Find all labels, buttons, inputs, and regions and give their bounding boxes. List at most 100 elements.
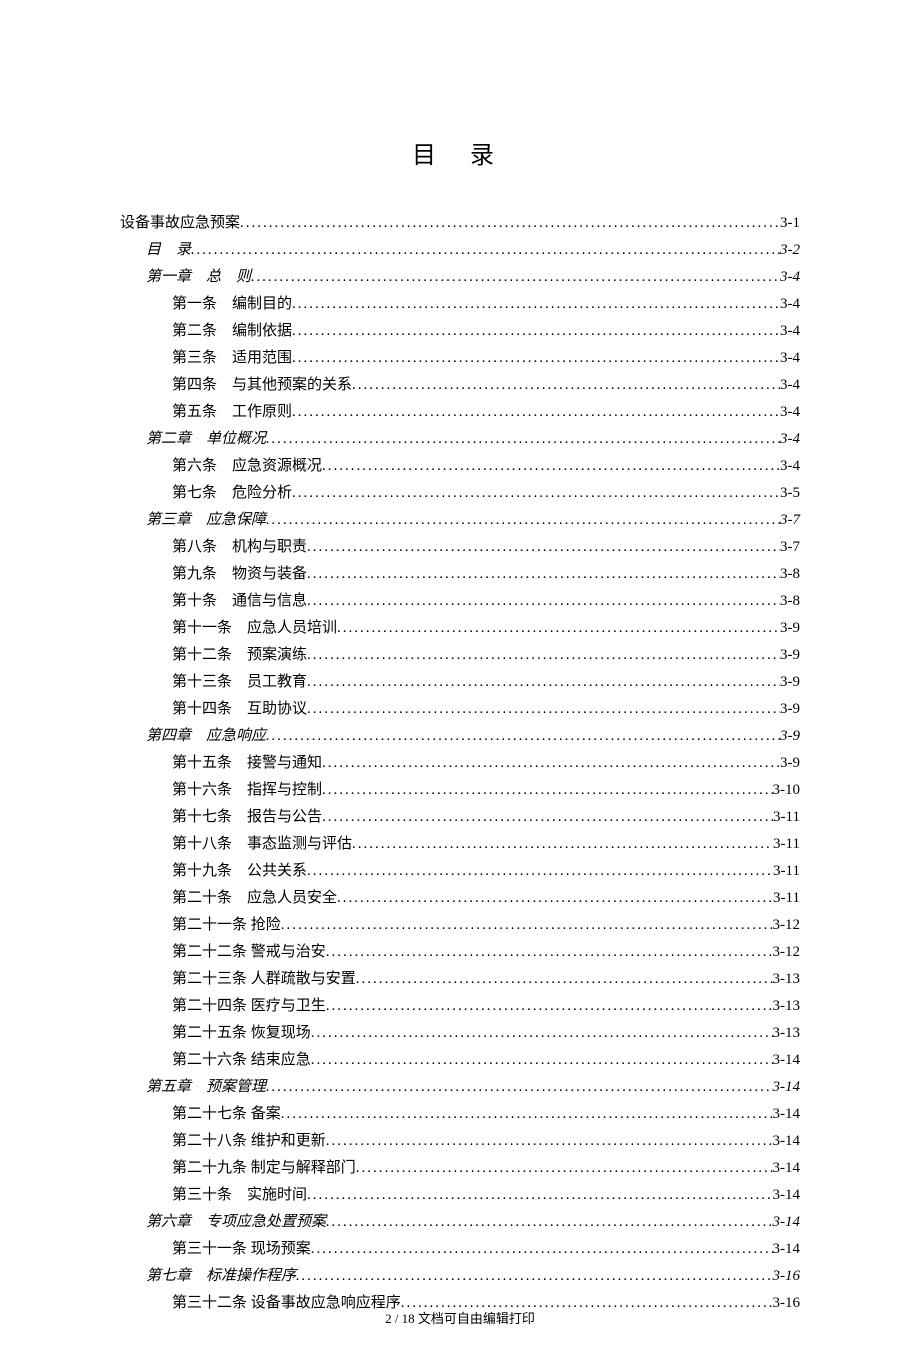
toc-label: 第二十五条 恢复现场	[172, 1020, 311, 1047]
toc-row: 第十二条 预案演练 3-9	[120, 642, 800, 669]
toc-page: 3-4	[780, 345, 800, 372]
toc-row: 第六条 应急资源概况3-4	[120, 453, 800, 480]
toc-row: 第九条 物资与装备 3-8	[120, 561, 800, 588]
toc-page: 3-13	[773, 1020, 801, 1047]
toc-label: 第十六条 指挥与控制	[172, 777, 322, 804]
toc-label: 第九条 物资与装备	[172, 561, 307, 588]
toc-row: 设备事故应急预案3-1	[120, 210, 800, 237]
toc-row: 第二章 单位概况3-4	[120, 426, 800, 453]
document-page: 目 录 设备事故应急预案3-1目 录3-2第一章 总 则3-4第一条 编制目的3…	[0, 0, 920, 1357]
toc-page: 3-11	[773, 885, 800, 912]
toc-leader-dots	[352, 372, 780, 399]
toc-row: 第二十七条 备案3-14	[120, 1101, 800, 1128]
toc-label: 第一章 总 则	[146, 264, 251, 291]
toc-row: 第二十八条 维护和更新3-14	[120, 1128, 800, 1155]
toc-row: 第二十条 应急人员安全 3-11	[120, 885, 800, 912]
toc-label: 第二十三条 人群疏散与安置	[172, 966, 356, 993]
toc-label: 第七章 标准操作程序	[146, 1263, 296, 1290]
toc-row: 第十九条 公共关系3-11	[120, 858, 800, 885]
toc-list: 设备事故应急预案3-1目 录3-2第一章 总 则3-4第一条 编制目的3-4第二…	[120, 210, 800, 1317]
toc-label: 第十二条 预案演练	[172, 642, 307, 669]
toc-label: 第三章 应急保障	[146, 507, 266, 534]
toc-page: 3-9	[780, 696, 800, 723]
toc-page: 3-7	[780, 534, 800, 561]
toc-leader-dots	[322, 453, 780, 480]
toc-leader-dots	[307, 642, 780, 669]
toc-row: 第三十条 实施时间3-14	[120, 1182, 800, 1209]
toc-label: 第七条 危险分析	[172, 480, 292, 507]
toc-page: 3-4	[780, 372, 800, 399]
toc-row: 第七章 标准操作程序 3-16	[120, 1263, 800, 1290]
toc-page: 3-16	[773, 1263, 801, 1290]
toc-page: 3-9	[780, 669, 800, 696]
toc-page: 3-9	[780, 642, 800, 669]
toc-page: 3-4	[780, 264, 800, 291]
toc-leader-dots	[307, 588, 780, 615]
toc-label: 第二十一条 抢险	[172, 912, 281, 939]
toc-page: 3-4	[780, 399, 800, 426]
toc-leader-dots	[307, 858, 773, 885]
toc-page: 3-14	[773, 1236, 801, 1263]
toc-page: 3-9	[780, 750, 800, 777]
toc-page: 3-8	[780, 561, 800, 588]
toc-label: 第二十条 应急人员安全	[172, 885, 337, 912]
toc-leader-dots	[292, 480, 780, 507]
toc-page: 3-4	[780, 453, 800, 480]
toc-page: 3-12	[773, 939, 801, 966]
toc-row: 第二十四条 医疗与卫生3-13	[120, 993, 800, 1020]
toc-row: 第十四条 互助协议 3-9	[120, 696, 800, 723]
toc-label: 第八条 机构与职责	[172, 534, 307, 561]
toc-label: 第五条 工作原则	[172, 399, 292, 426]
toc-label: 第二十二条 警戒与治安	[172, 939, 326, 966]
toc-leader-dots	[281, 1101, 773, 1128]
toc-leader-dots	[296, 1263, 772, 1290]
toc-leader-dots	[326, 939, 773, 966]
toc-page: 3-4	[780, 426, 800, 453]
toc-page: 3-14	[773, 1101, 801, 1128]
toc-row: 第十三条 员工教育3-9	[120, 669, 800, 696]
toc-label: 第三十一条 现场预案	[172, 1236, 311, 1263]
toc-row: 第八条 机构与职责 3-7	[120, 534, 800, 561]
toc-label: 第十七条 报告与公告	[172, 804, 322, 831]
toc-leader-dots	[326, 1209, 772, 1236]
toc-page: 3-1	[780, 210, 800, 237]
toc-label: 第十四条 互助协议	[172, 696, 307, 723]
toc-page: 3-7	[780, 507, 800, 534]
toc-row: 第十条 通信与信息 3-8	[120, 588, 800, 615]
toc-page: 3-2	[780, 237, 800, 264]
toc-label: 第六章 专项应急处置预案	[146, 1209, 326, 1236]
toc-row: 第十八条 事态监测与评估3-11	[120, 831, 800, 858]
toc-page: 3-14	[773, 1047, 801, 1074]
toc-leader-dots	[311, 1020, 773, 1047]
toc-label: 第二十四条 医疗与卫生	[172, 993, 326, 1020]
toc-row: 第二条 编制依据3-4	[120, 318, 800, 345]
toc-page: 3-10	[773, 777, 801, 804]
toc-row: 第十一条 应急人员培训3-9	[120, 615, 800, 642]
toc-page: 3-8	[780, 588, 800, 615]
toc-leader-dots	[281, 912, 773, 939]
toc-label: 第四条 与其他预案的关系	[172, 372, 352, 399]
toc-label: 第十条 通信与信息	[172, 588, 307, 615]
toc-page: 3-14	[773, 1074, 801, 1101]
toc-page: 3-5	[780, 480, 800, 507]
toc-row: 第三章 应急保障 3-7	[120, 507, 800, 534]
toc-leader-dots	[292, 291, 780, 318]
toc-row: 第二十二条 警戒与治安 3-12	[120, 939, 800, 966]
toc-leader-dots	[337, 615, 780, 642]
toc-label: 第十九条 公共关系	[172, 858, 307, 885]
toc-row: 第四条 与其他预案的关系 3-4	[120, 372, 800, 399]
toc-row: 第一章 总 则 3-4	[120, 264, 800, 291]
toc-row: 第七条 危险分析 3-5	[120, 480, 800, 507]
toc-row: 第四章 应急响应3-9	[120, 723, 800, 750]
toc-label: 第二十九条 制定与解释部门	[172, 1155, 356, 1182]
toc-page: 3-11	[773, 804, 800, 831]
toc-row: 第三十一条 现场预案 3-14	[120, 1236, 800, 1263]
toc-leader-dots	[251, 264, 780, 291]
toc-label: 目 录	[146, 237, 191, 264]
toc-row: 第六章 专项应急处置预案3-14	[120, 1209, 800, 1236]
toc-leader-dots	[292, 318, 780, 345]
toc-label: 第一条 编制目的	[172, 291, 292, 318]
toc-page: 3-13	[773, 966, 801, 993]
toc-label: 第四章 应急响应	[146, 723, 266, 750]
toc-leader-dots	[266, 723, 780, 750]
